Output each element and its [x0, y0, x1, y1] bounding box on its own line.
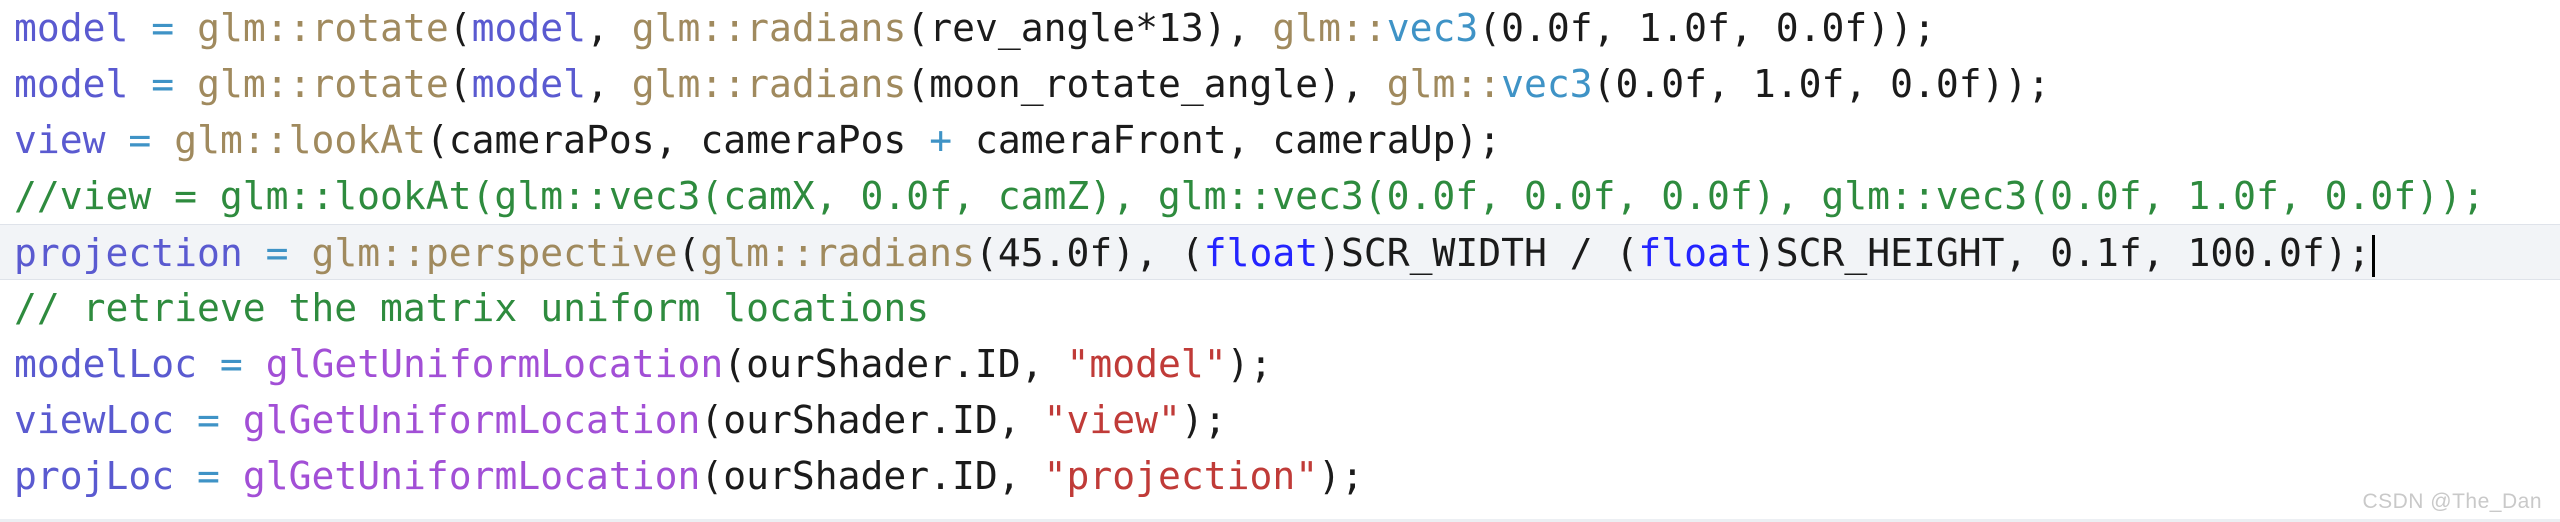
code-token: rotate — [311, 62, 449, 106]
code-token: (45.0f), ( — [974, 231, 1204, 275]
code-token: glm:: — [311, 231, 426, 275]
code-token: )SCR_WIDTH / ( — [1318, 231, 1639, 275]
code-token: glm:: — [197, 6, 312, 50]
code-token: viewLoc — [14, 398, 175, 442]
code-token: = — [128, 118, 152, 162]
code-token: "view" — [1043, 398, 1181, 442]
code-token: glm:: — [631, 62, 747, 106]
code-line-7[interactable]: viewLoc = glGetUniformLocation(ourShader… — [0, 392, 2560, 448]
code-token: "projection" — [1043, 454, 1319, 498]
code-token: = — [151, 62, 175, 106]
code-token: = — [219, 342, 243, 386]
code-token: ); — [1180, 398, 1227, 442]
code-token: = — [265, 231, 289, 275]
code-token: projLoc — [14, 454, 175, 498]
code-token: ( — [448, 6, 472, 50]
code-token: ( — [448, 62, 472, 106]
code-token: glm:: — [1272, 6, 1387, 50]
code-token: ); — [1318, 454, 1364, 498]
code-token: = — [197, 398, 220, 442]
code-token: ); — [1226, 342, 1273, 386]
code-token: radians — [746, 6, 907, 50]
code-token: = — [151, 6, 175, 50]
code-token: model — [14, 6, 129, 50]
code-token: (cameraPos, cameraPos — [425, 118, 930, 162]
text-caret — [2371, 234, 2375, 277]
code-token: glm:: — [174, 118, 289, 162]
code-token: vec3 — [1501, 62, 1593, 106]
code-line-0[interactable]: model = glm::rotate(model, glm::radians(… — [0, 0, 2560, 56]
code-token: model — [471, 6, 587, 50]
code-token: + — [929, 118, 953, 162]
code-token: )SCR_HEIGHT, 0.1f, 100.0f); — [1752, 231, 2371, 275]
code-line-3[interactable]: //view = glm::lookAt(glm::vec3(camX, 0.0… — [0, 168, 2560, 224]
code-token: //view = glm::lookAt(glm::vec3(camX, 0.0… — [14, 174, 2485, 218]
code-token: modelLoc — [14, 342, 198, 386]
code-editor-screenshot: model = glm::rotate(model, glm::radians(… — [0, 0, 2560, 522]
code-token: rotate — [311, 6, 449, 50]
code-token: projection — [14, 231, 243, 275]
code-token: float — [1203, 231, 1319, 275]
code-token: glm:: — [197, 62, 312, 106]
code-token: = — [197, 454, 220, 498]
code-token: model — [471, 62, 587, 106]
code-line-2[interactable]: view = glm::lookAt(cameraPos, cameraPos … — [0, 112, 2560, 168]
code-token: glGetUniformLocation — [242, 398, 701, 442]
code-token: (moon_rotate_angle), — [906, 62, 1387, 106]
code-token: radians — [746, 62, 907, 106]
code-token: // retrieve the matrix uniform locations — [14, 286, 930, 330]
code-token: float — [1638, 231, 1753, 275]
code-token: (rev_angle*13), — [906, 6, 1273, 50]
code-line-6[interactable]: modelLoc = glGetUniformLocation(ourShade… — [0, 336, 2560, 392]
code-token: vec3 — [1386, 6, 1479, 50]
code-token: (ourShader.ID, — [723, 342, 1067, 386]
code-token: (ourShader.ID, — [700, 398, 1044, 442]
code-line-5[interactable]: // retrieve the matrix uniform locations — [0, 280, 2560, 336]
code-token: (0.0f, 1.0f, 0.0f)); — [1478, 6, 1936, 50]
code-token: , — [586, 62, 632, 106]
code-token: radians — [814, 231, 975, 275]
code-line-4[interactable]: projection = glm::perspective(glm::radia… — [0, 224, 2560, 280]
code-token: ( — [677, 231, 701, 275]
code-token: view — [14, 118, 106, 162]
code-token: cameraFront, cameraUp); — [952, 118, 1502, 162]
csdn-watermark: CSDN @The_Dan — [2362, 490, 2542, 513]
code-line-1[interactable]: model = glm::rotate(model, glm::radians(… — [0, 56, 2560, 112]
code-token: lookAt — [288, 118, 426, 162]
code-token: model — [14, 62, 129, 106]
code-token: "model" — [1066, 342, 1227, 386]
code-token: perspective — [425, 231, 678, 275]
code-token: (0.0f, 1.0f, 0.0f)); — [1592, 62, 2051, 106]
code-token: glGetUniformLocation — [242, 454, 701, 498]
code-token: (ourShader.ID, — [700, 454, 1044, 498]
code-token: glm:: — [1386, 62, 1502, 106]
code-line-8[interactable]: projLoc = glGetUniformLocation(ourShader… — [0, 448, 2560, 504]
code-token: glGetUniformLocation — [265, 342, 724, 386]
code-token: , — [586, 6, 632, 50]
code-token: glm:: — [700, 231, 815, 275]
code-editor-text-area[interactable]: model = glm::rotate(model, glm::radians(… — [0, 0, 2560, 522]
code-token: glm:: — [631, 6, 747, 50]
